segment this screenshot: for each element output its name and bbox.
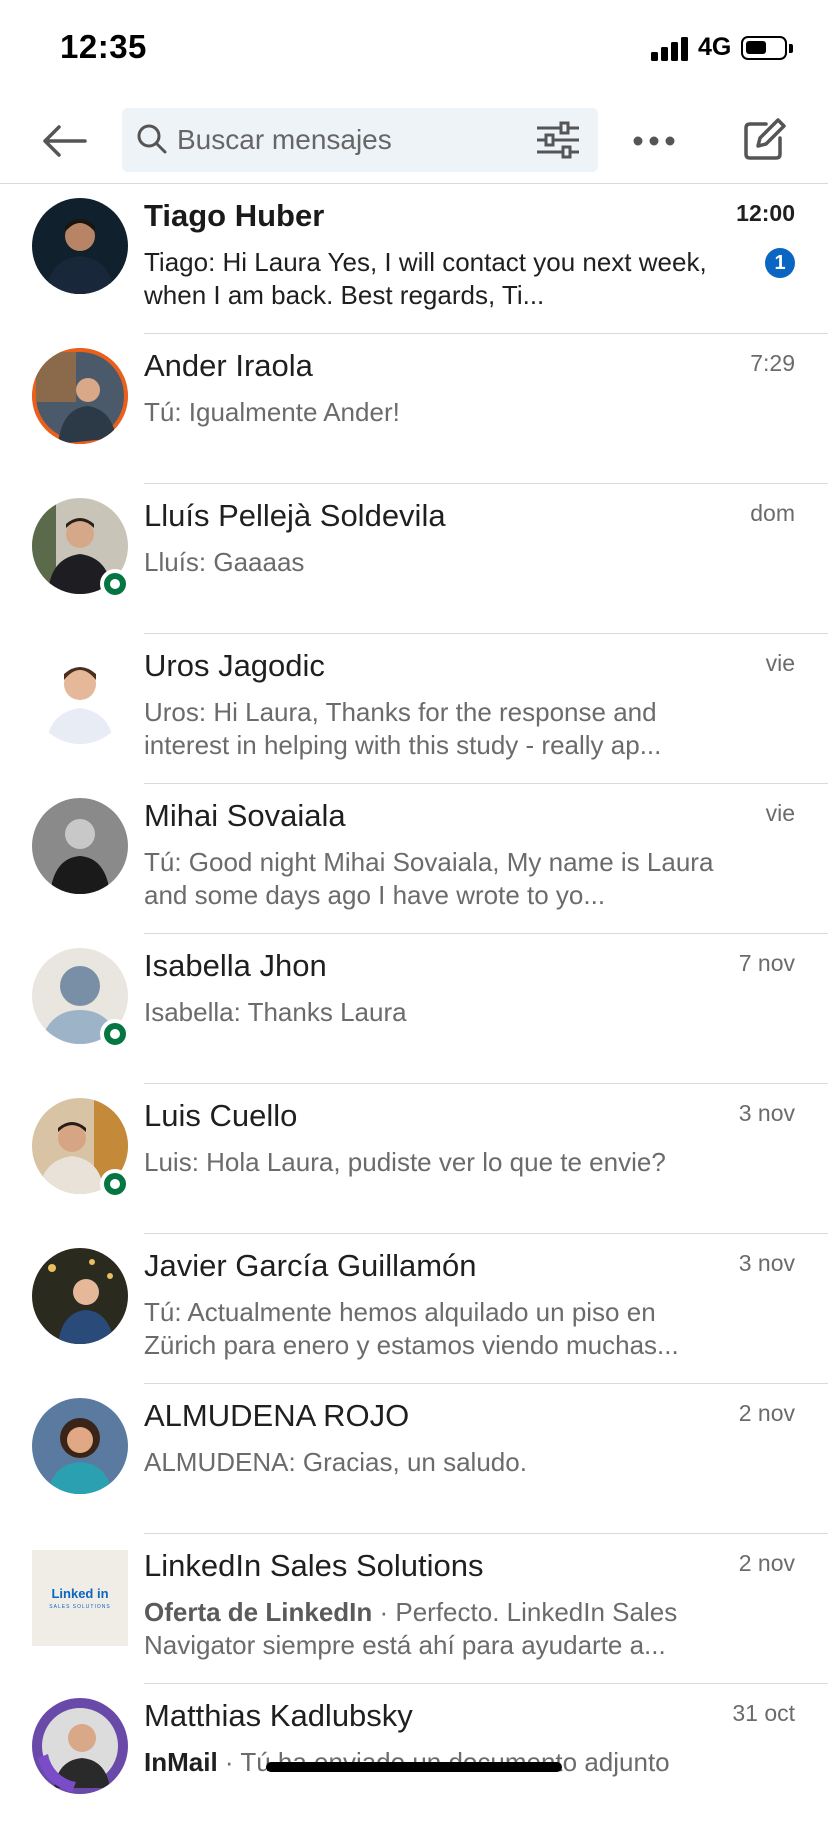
avatar — [32, 1398, 128, 1494]
battery-cap — [789, 44, 793, 53]
contact-name: Lluís Pellejà Soldevila — [144, 498, 446, 533]
conversation-item[interactable]: Linked in SALES SOLUTIONS LinkedIn Sales… — [0, 1534, 828, 1684]
message-preview: Tú: Igualmente Ander! — [144, 397, 400, 427]
network-type: 4G — [698, 33, 732, 61]
search-input[interactable] — [177, 108, 517, 172]
home-indicator[interactable] — [266, 1762, 562, 1772]
inmail-tag: InMail — [144, 1747, 218, 1777]
contact-name: Tiago Huber — [144, 198, 325, 233]
online-status-indicator — [100, 1019, 130, 1049]
online-status-indicator — [100, 569, 130, 599]
avatar — [32, 1248, 128, 1344]
avatar — [32, 648, 128, 744]
search-box[interactable] — [122, 108, 598, 172]
compose-message-button[interactable] — [734, 110, 794, 170]
conversation-item[interactable]: Uros Jagodic vie Uros: Hi Laura, Thanks … — [0, 634, 828, 784]
sliders-icon[interactable] — [535, 120, 581, 160]
message-preview: Uros: Hi Laura, Thanks for the response … — [144, 697, 662, 760]
message-time: 2 nov — [738, 1550, 795, 1576]
compose-icon — [744, 118, 786, 160]
conversation-list: Tiago Huber 12:00 Tiago: Hi Laura Yes, I… — [0, 184, 828, 1834]
contact-name: Isabella Jhon — [144, 948, 327, 983]
message-preview: Lluís: Gaaaas — [144, 547, 305, 577]
logo-text: Linked in — [51, 1586, 109, 1601]
conversation-item[interactable]: Matthias Kadlubsky 31 oct InMail · Tú ha… — [0, 1684, 828, 1834]
conversation-item[interactable]: ALMUDENA ROJO 2 nov ALMUDENA: Gracias, u… — [0, 1384, 828, 1534]
logo-subtext: SALES SOLUTIONS — [49, 1604, 111, 1610]
back-button[interactable] — [30, 114, 98, 168]
conversation-item[interactable]: Tiago Huber 12:00 Tiago: Hi Laura Yes, I… — [0, 184, 828, 334]
sponsored-tag: Oferta de LinkedIn — [144, 1597, 373, 1627]
contact-name: ALMUDENA ROJO — [144, 1398, 410, 1433]
message-time: vie — [765, 650, 795, 676]
search-icon — [137, 124, 167, 154]
contact-name: Matthias Kadlubsky — [144, 1698, 413, 1733]
contact-name: Uros Jagodic — [144, 648, 325, 683]
more-options-button[interactable] — [624, 114, 684, 168]
message-time: vie — [765, 800, 795, 826]
ellipsis-icon — [633, 136, 675, 146]
message-preview: Tiago: Hi Laura Yes, I will contact you … — [144, 247, 707, 310]
message-preview: ALMUDENA: Gracias, un saludo. — [144, 1447, 527, 1477]
company-logo: Linked in SALES SOLUTIONS — [32, 1550, 128, 1646]
conversation-item[interactable]: Javier García Guillamón 3 nov Tú: Actual… — [0, 1234, 828, 1384]
status-bar: 12:35 4G — [0, 0, 828, 100]
message-time: 3 nov — [738, 1250, 795, 1276]
unread-count-badge: 1 — [765, 248, 795, 278]
message-time: 7 nov — [738, 950, 795, 976]
conversation-item[interactable]: Ander Iraola 7:29 Tú: Igualmente Ander! — [0, 334, 828, 484]
messaging-header — [0, 100, 828, 184]
avatar — [32, 798, 128, 894]
tag-separator: · — [217, 1747, 241, 1777]
battery-level — [746, 41, 766, 54]
message-preview: Isabella: Thanks Laura — [144, 997, 407, 1027]
tag-separator: · — [372, 1597, 396, 1627]
message-time: 12:00 — [736, 200, 795, 226]
contact-name: Javier García Guillamón — [144, 1248, 477, 1283]
conversation-item[interactable]: Mihai Sovaiala vie Tú: Good night Mihai … — [0, 784, 828, 934]
message-preview: Tú: Good night Mihai Sovaiala, My name i… — [144, 847, 714, 910]
message-preview: Luis: Hola Laura, pudiste ver lo que te … — [144, 1147, 666, 1177]
conversation-item[interactable]: Lluís Pellejà Soldevila dom Lluís: Gaaaa… — [0, 484, 828, 634]
contact-name: Mihai Sovaiala — [144, 798, 346, 833]
avatar — [32, 1698, 128, 1794]
battery-icon — [741, 36, 787, 60]
message-time: 2 nov — [738, 1400, 795, 1426]
message-preview: Tú: Actualmente hemos alquilado un piso … — [144, 1297, 679, 1360]
message-time: 7:29 — [750, 350, 795, 376]
conversation-item[interactable]: Luis Cuello 3 nov Luis: Hola Laura, pudi… — [0, 1084, 828, 1234]
avatar — [32, 348, 128, 444]
contact-name: LinkedIn Sales Solutions — [144, 1548, 484, 1583]
cellular-signal-icon — [651, 37, 688, 61]
contact-name: Ander Iraola — [144, 348, 313, 383]
status-time: 12:35 — [60, 28, 147, 65]
arrow-left-icon — [43, 125, 87, 157]
message-time: 3 nov — [738, 1100, 795, 1126]
message-time: dom — [750, 500, 795, 526]
contact-name: Luis Cuello — [144, 1098, 298, 1133]
online-status-indicator — [100, 1169, 130, 1199]
conversation-item[interactable]: Isabella Jhon 7 nov Isabella: Thanks Lau… — [0, 934, 828, 1084]
message-preview: Oferta de LinkedIn · Perfecto. LinkedIn … — [144, 1596, 734, 1662]
avatar — [32, 198, 128, 294]
message-time: 31 oct — [732, 1700, 795, 1726]
